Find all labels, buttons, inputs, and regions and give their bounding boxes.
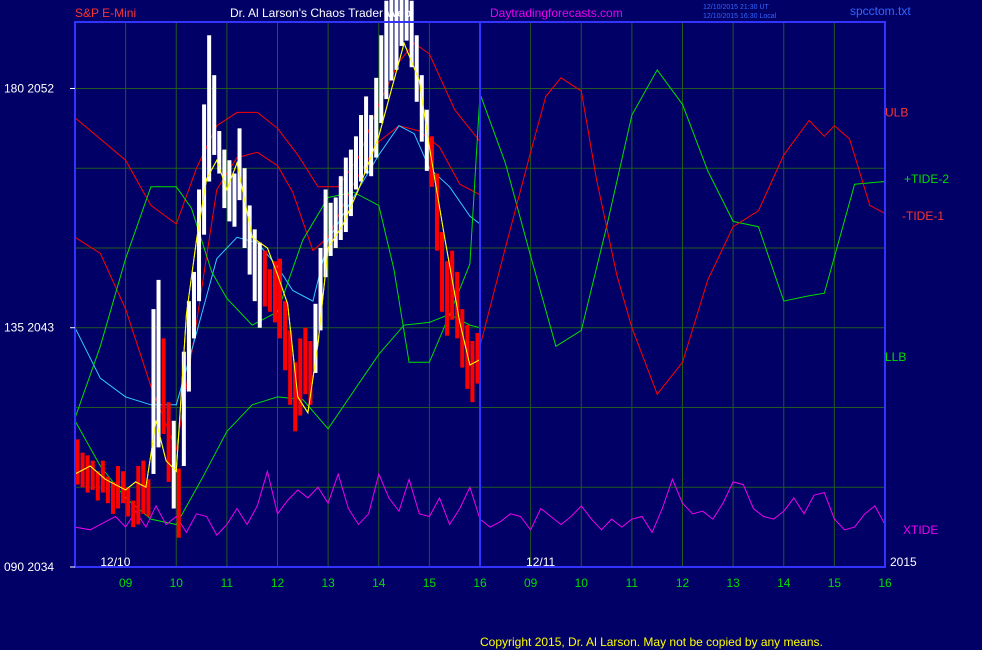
x-tick-label: 09 — [524, 576, 538, 590]
data-file-name: spcctom.txt — [850, 4, 911, 18]
chart-canvas: 09 10 11 12 13 14 15 16 09 10 11 12 13 14 15 16 090 2034… — [0, 0, 982, 650]
series-label: LLB — [885, 350, 906, 364]
timestamp-ut: 12/10/2015 21:30 UT — [703, 4, 769, 11]
date-label: 12/10 — [100, 555, 130, 569]
x-tick-label: 12 — [676, 576, 690, 590]
price-bar — [379, 35, 384, 124]
price-bar — [328, 202, 333, 256]
x-tick-label: 11 — [221, 576, 234, 590]
year-label: 2015 — [890, 555, 917, 569]
price-bar — [141, 460, 146, 514]
price-bar — [237, 128, 242, 201]
price-bar — [323, 189, 328, 278]
x-tick-label: 11 — [626, 576, 639, 590]
price-bar — [278, 258, 283, 339]
price-bar — [369, 115, 374, 177]
series-label: +TIDE-2 — [904, 172, 949, 186]
author-title: Dr. Al Larson's Chaos Trader Web — [230, 6, 411, 20]
series-label: XTIDE — [903, 523, 938, 537]
price-bar — [121, 471, 126, 504]
y-tick-label: 135 2043 — [4, 321, 54, 335]
price-bar — [116, 465, 121, 509]
price-bar — [465, 325, 470, 389]
y-tick-label: 090 2034 — [4, 560, 54, 574]
price-bar — [171, 420, 176, 509]
x-tick-label: 16 — [473, 576, 487, 590]
price-bar — [95, 471, 100, 501]
instrument-title: S&P E-Mini — [75, 6, 136, 20]
price-bar — [475, 333, 480, 384]
price-bar — [131, 500, 136, 528]
copyright: Copyright 2015, Dr. Al Larson. May not b… — [480, 635, 823, 649]
price-bar — [333, 197, 338, 248]
price-bar — [232, 173, 237, 227]
price-bar — [303, 327, 308, 395]
price-bar — [353, 136, 358, 190]
price-bar — [257, 242, 262, 328]
price-bar — [414, 35, 419, 102]
price-bar — [186, 301, 191, 392]
x-tick-label: 10 — [170, 576, 184, 590]
price-bar — [156, 279, 161, 448]
price-bar — [90, 460, 95, 490]
price-bar — [202, 104, 207, 235]
price-bar — [364, 96, 369, 174]
price-bar — [440, 232, 445, 312]
series-label: ULB — [885, 105, 908, 119]
price-bar — [166, 402, 171, 482]
x-tick-label: 10 — [575, 576, 589, 590]
x-tick-label: 15 — [828, 576, 842, 590]
site-link[interactable]: Daytradingforecasts.com — [490, 6, 623, 20]
x-tick-label: 12 — [271, 576, 285, 590]
price-bar — [85, 455, 90, 493]
price-bar — [262, 250, 267, 307]
price-bar — [227, 160, 232, 222]
price-bar — [470, 341, 475, 403]
x-tick-label: 16 — [878, 576, 892, 590]
x-tick-label: 15 — [423, 576, 437, 590]
price-bar — [161, 338, 166, 435]
series-label: -TIDE-1 — [902, 209, 944, 223]
x-tick-label: 14 — [777, 576, 791, 590]
price-bar — [445, 261, 450, 336]
price-bar — [126, 487, 131, 517]
x-tick-label: 13 — [321, 576, 335, 590]
price-bar — [110, 481, 115, 514]
price-bar — [191, 271, 196, 339]
price-bar — [359, 115, 364, 182]
price-bar — [136, 465, 141, 525]
date-label: 12/11 — [526, 555, 555, 569]
price-bar — [75, 439, 80, 485]
price-bar — [212, 75, 217, 155]
price-bar — [207, 35, 212, 182]
price-bar — [283, 301, 288, 371]
timestamp-local: 12/10/2015 16:30 Local — [703, 13, 777, 20]
price-bar — [197, 189, 202, 302]
price-bar — [146, 479, 151, 517]
y-tick-label: 180 2052 — [4, 81, 54, 95]
x-tick-label: 13 — [726, 576, 740, 590]
x-tick-label: 14 — [372, 576, 386, 590]
x-tick-label: 09 — [119, 576, 133, 590]
price-bar — [176, 468, 181, 538]
price-bar — [267, 269, 272, 312]
